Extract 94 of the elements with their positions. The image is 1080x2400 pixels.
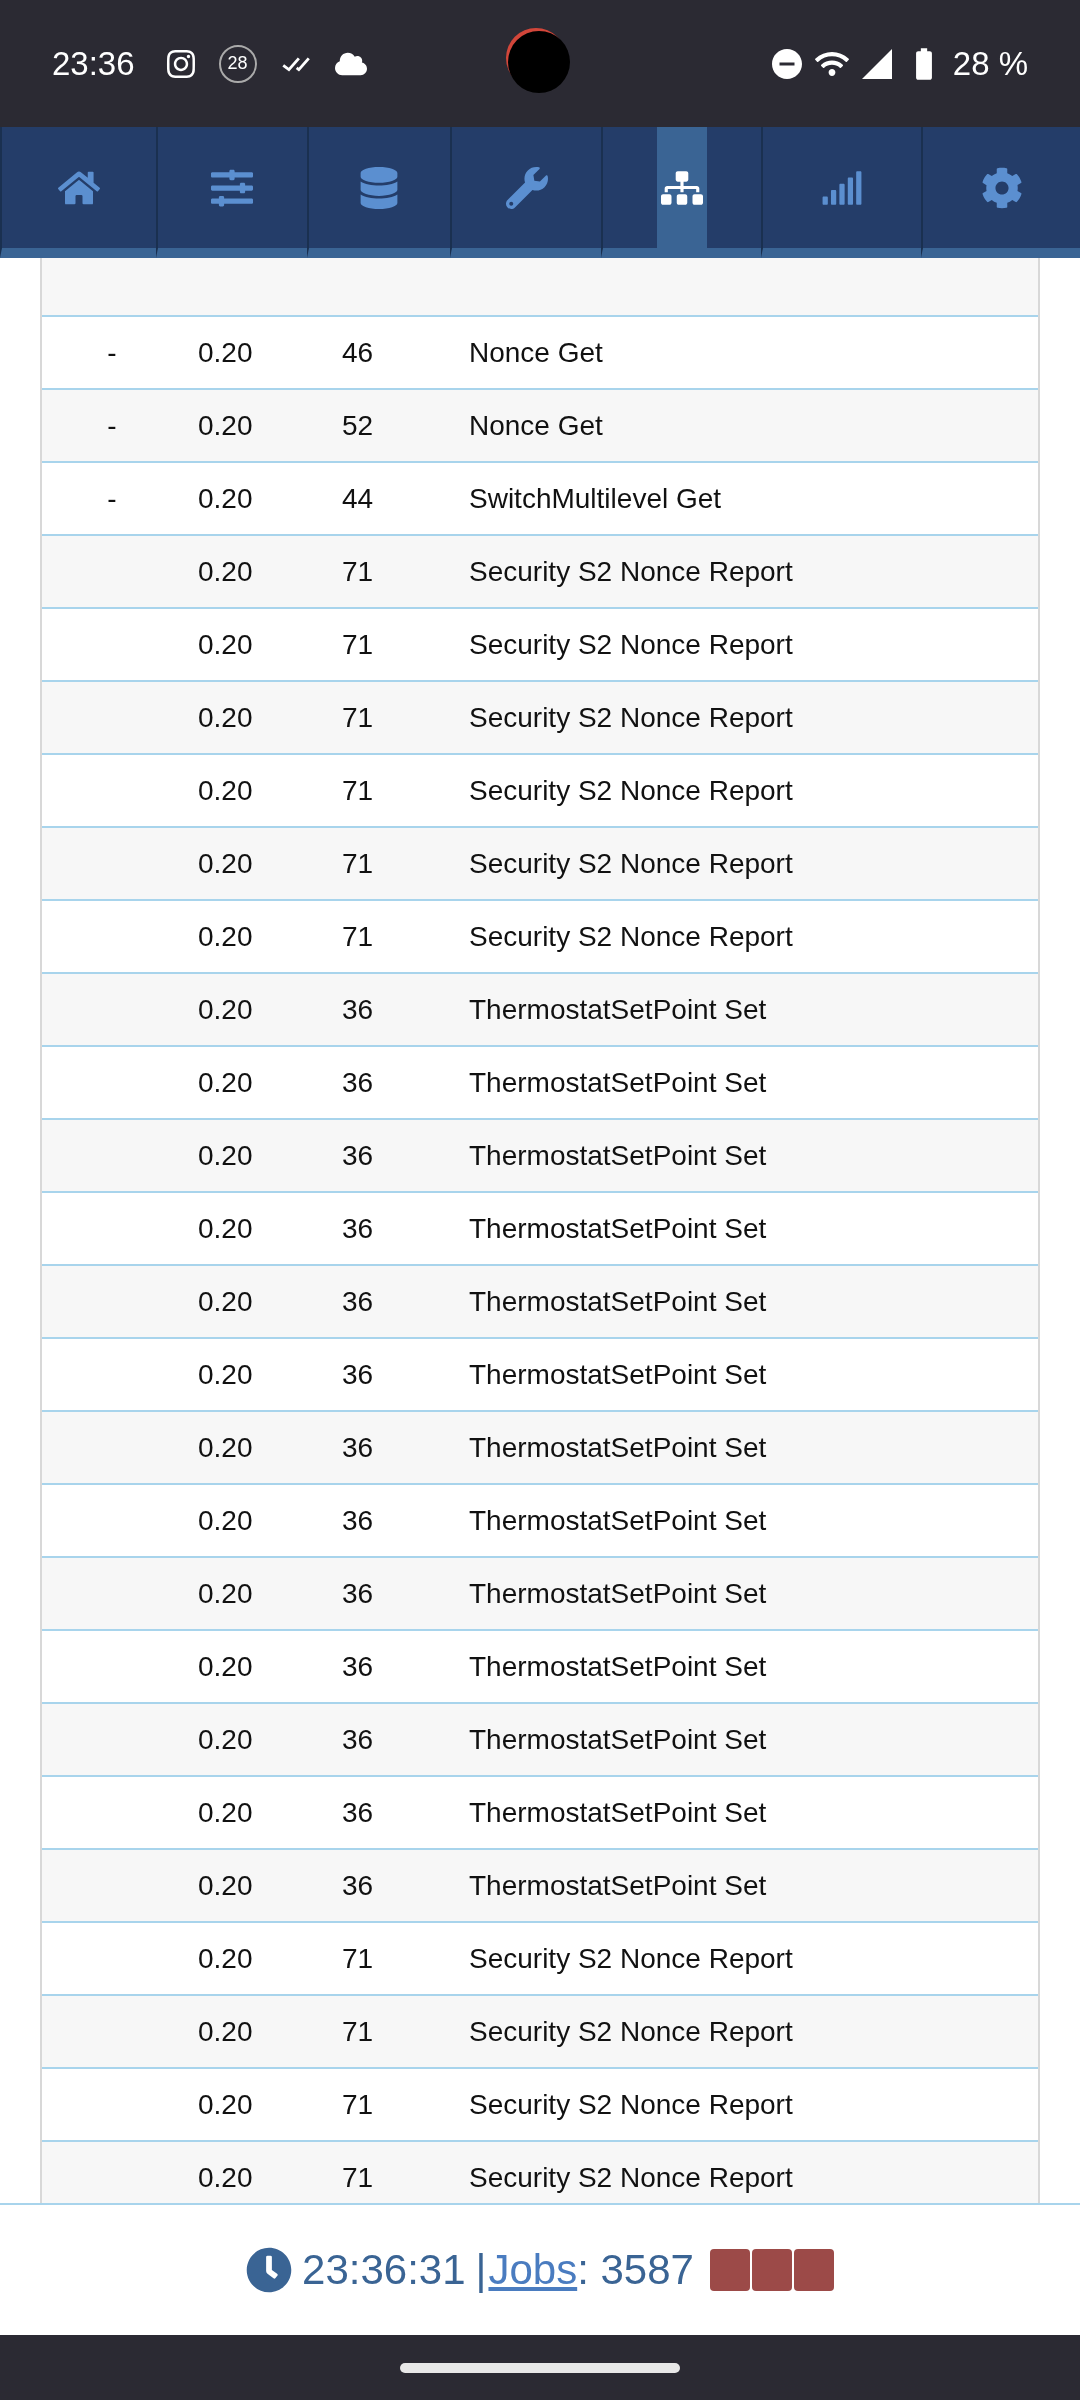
separator: | [475,2246,487,2294]
table-cell: 36 [342,1723,374,1755]
table-cell: 0.20 [198,1066,253,1098]
table-cell: 0.20 [198,993,253,1025]
table-cell: 0.20 [198,1723,253,1755]
table-cell: Security S2 Nonce Report [469,628,793,660]
table-cell: 36 [342,993,374,1025]
table-cell: 0.20 [198,1796,253,1828]
settings-icon [980,166,1023,209]
table-cell: 0.20 [198,1358,253,1390]
table-cell: 36 [342,1139,374,1171]
table-cell: ThermostatSetPoint Set [469,1504,767,1536]
table-cell: 0.20 [198,1869,253,1901]
table-cell: 71 [342,701,374,733]
table-cell: - [107,409,117,441]
table-cell: 52 [342,409,374,441]
table-cell: 36 [342,1869,374,1901]
notification-badge: 28 [218,44,257,83]
table-cell: Security S2 Nonce Report [469,2161,793,2193]
table-cell: 0.20 [198,2015,253,2047]
table-cell: ThermostatSetPoint Set [469,1650,767,1682]
table-cell: 44 [342,482,374,514]
table-cell: 71 [342,920,374,952]
table-cell: Security S2 Nonce Report [469,2015,793,2047]
table-cell: 0.20 [198,336,253,368]
table-cell: 0.20 [198,2161,253,2193]
table-cell: 0.20 [198,409,253,441]
table-cell: 36 [342,1650,374,1682]
camera-app-icon [164,47,197,80]
table-cell: - [107,336,117,368]
table-cell: 36 [342,1577,374,1609]
wrench-icon [505,166,548,209]
table-cell: ThermostatSetPoint Set [469,1796,767,1828]
table-cell: Security S2 Nonce Report [469,920,793,952]
table-cell: ThermostatSetPoint Set [469,1358,767,1390]
table-cell: 0.20 [198,482,253,514]
table-cell: 36 [342,1066,374,1098]
table-cell: 71 [342,774,374,806]
table-cell: ThermostatSetPoint Set [469,993,767,1025]
table-cell: 0.20 [198,1504,253,1536]
table-cell: ThermostatSetPoint Set [469,1577,767,1609]
table-cell: Security S2 Nonce Report [469,1942,793,1974]
table-cell: 71 [342,2161,374,2193]
table-cell: 0.20 [198,774,253,806]
table-cell: SwitchMultilevel Get [469,482,722,514]
table-cell: 71 [342,2088,374,2120]
table-cell: 0.20 [198,2088,253,2120]
table-cell: 0.20 [198,628,253,660]
table-cell: ThermostatSetPoint Set [469,1723,767,1755]
table-cell: 0.20 [198,1285,253,1317]
table-cell: Nonce Get [469,336,603,368]
table-cell: 0.20 [198,555,253,587]
table-cell: Security S2 Nonce Report [469,847,793,879]
table-cell: 0.20 [198,1942,253,1974]
table-cell: 36 [342,1796,374,1828]
table-cell: Security S2 Nonce Report [469,774,793,806]
table-cell: 71 [342,1942,374,1974]
nav-tab[interactable] [601,127,762,258]
table-cell: 36 [342,1504,374,1536]
jobs-link[interactable]: Jobs [488,2246,578,2294]
table-cell: 46 [342,336,374,368]
table-cell: 0.20 [198,701,253,733]
table-cell: Security S2 Nonce Report [469,2088,793,2120]
table-cell: 0.20 [198,847,253,879]
table-cell: 71 [342,628,374,660]
table-cell: 71 [342,2015,374,2047]
table-cell: 0.20 [198,1431,253,1463]
table-cell: Nonce Get [469,409,603,441]
table-cell: ThermostatSetPoint Set [469,1212,767,1244]
table-cell: Security S2 Nonce Report [469,555,793,587]
table-cell: 71 [342,555,374,587]
table-cell: - [107,482,117,514]
table-cell: 36 [342,1212,374,1244]
table-cell: 71 [342,847,374,879]
clock-time: 23:36 [52,44,135,83]
table-cell: ThermostatSetPoint Set [469,1431,767,1463]
footer-time: 23:36:31 [302,2246,466,2294]
table-cell: 0.20 [198,1139,253,1171]
jobs-count: : 3587 [577,2246,694,2294]
table-cell: Security S2 Nonce Report [469,701,793,733]
table-cell: 0.20 [198,920,253,952]
table-cell: ThermostatSetPoint Set [469,1285,767,1317]
table-cell: ThermostatSetPoint Set [469,1139,767,1171]
table-cell: 0.20 [198,1212,253,1244]
table-cell: 36 [342,1358,374,1390]
table-cell: 36 [342,1431,374,1463]
table-cell: 0.20 [198,1650,253,1682]
table-cell: ThermostatSetPoint Set [469,1869,767,1901]
table-cell: 36 [342,1285,374,1317]
table-cell: 0.20 [198,1577,253,1609]
home-handle[interactable] [400,2362,680,2373]
clock-icon [246,2247,293,2293]
battery-percent: 28 % [952,44,1028,83]
table-cell: ThermostatSetPoint Set [469,1066,767,1098]
